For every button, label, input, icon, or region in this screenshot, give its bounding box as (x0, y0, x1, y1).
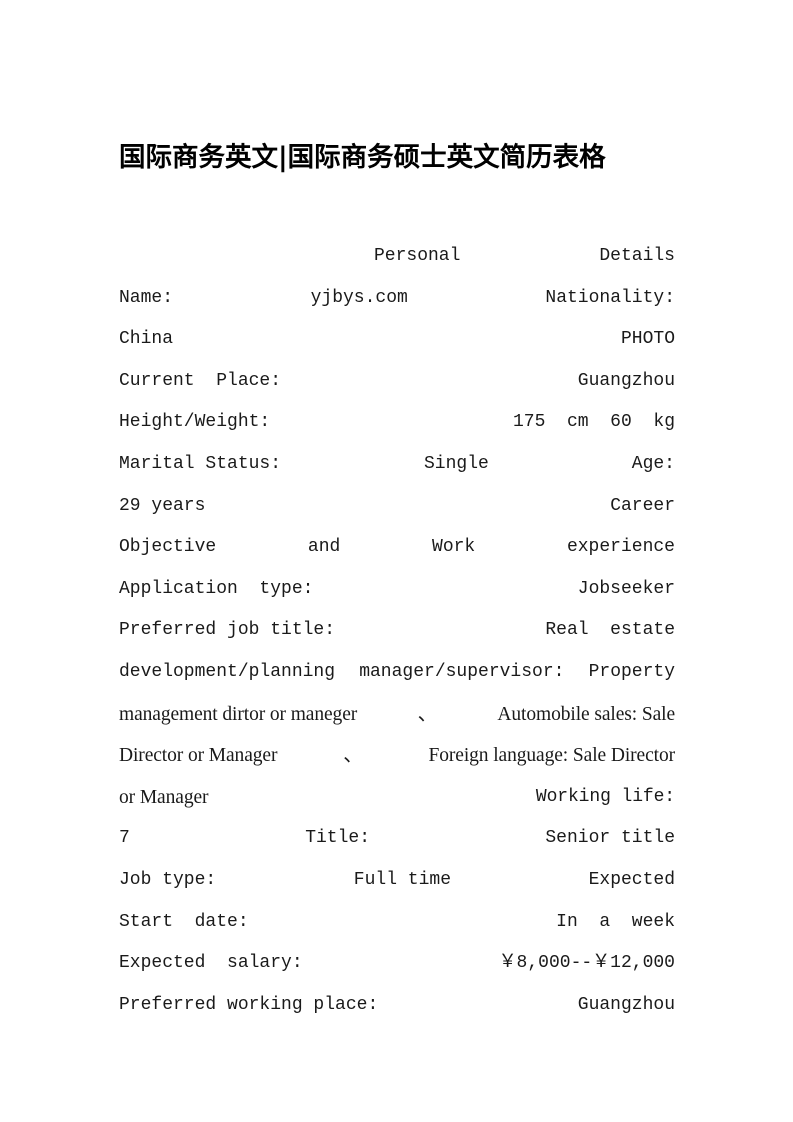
name-value: yjbys.com (310, 287, 408, 308)
current-place-label: Current Place: (119, 370, 282, 391)
job-title-cont-1c: Property (588, 661, 676, 682)
application-type-value: Jobseeker (577, 578, 675, 599)
age-value: 29 years (119, 495, 206, 516)
work-word: Work (432, 537, 476, 558)
row-start-date: Start date: In a week (119, 902, 675, 944)
row-application-type: Application type: Jobseeker (119, 569, 675, 611)
preferred-job-title-value-part1: Real estate (545, 620, 675, 641)
nationality-label: Nationality: (545, 287, 676, 308)
preferred-working-place-value: Guangzhou (577, 994, 675, 1015)
job-type-value: Full time (353, 869, 452, 890)
start-date-label: Start date: (119, 911, 249, 932)
ideographic-comma-1: 、 (417, 703, 438, 725)
preferred-job-title-label: Preferred job title: (119, 620, 336, 641)
working-life-value: 7 (119, 828, 130, 849)
row-job-title-cont-1: development/planning manager/supervisor:… (119, 652, 675, 694)
row-country-photo: China PHOTO (119, 319, 675, 361)
nationality-value: China (119, 329, 174, 350)
page-title: 国际商务英文|国际商务硕士英文简历表格 (119, 141, 606, 173)
row-age-value-career: 29 years Career (119, 486, 675, 528)
working-life-label: Working life: (535, 786, 675, 807)
section-heading-personal-details: Personal Details (119, 236, 675, 278)
row-marital-status-age: Marital Status: Single Age: (119, 444, 675, 486)
resume-body: Personal Details Name: yjbys.com Nationa… (119, 236, 675, 1026)
career-word: Career (610, 495, 675, 516)
row-preferred-working-place: Preferred working place: Guangzhou (119, 985, 675, 1027)
name-label: Name: (119, 287, 174, 308)
document-page: 国际商务英文|国际商务硕士英文简历表格 Personal Details Nam… (0, 0, 793, 1122)
expected-word: Expected (588, 869, 676, 890)
experience-word: experience (566, 537, 675, 558)
job-type-label: Job type: (119, 869, 217, 890)
title-value: Senior title (545, 828, 675, 849)
row-job-title-cont-2: management dirtor or maneger 、 Automobil… (119, 694, 675, 736)
job-title-cont-3a: Director or Manager (119, 745, 278, 767)
job-title-cont-1a: development/planning (119, 661, 336, 682)
start-date-value: In a week (556, 911, 675, 932)
job-title-cont-4a: or Manager (119, 786, 209, 808)
row-working-life-value-title: 7 Title: Senior title (119, 818, 675, 860)
row-job-title-cont-4-working-life: or Manager Working life: (119, 777, 675, 819)
objective-word: Objective (119, 537, 217, 558)
job-title-cont-2a: management dirtor or maneger (119, 703, 358, 725)
preferred-working-place-label: Preferred working place: (119, 994, 379, 1015)
application-type-label: Application type: (119, 578, 314, 599)
height-weight-value: 175 cm 60 kg (512, 412, 675, 433)
label-details: Details (599, 246, 675, 266)
row-current-place: Current Place: Guangzhou (119, 361, 675, 403)
row-expected-salary: Expected salary: ￥8,000--￥12,000 (119, 943, 675, 985)
current-place-value: Guangzhou (577, 370, 675, 391)
row-job-title-cont-3: Director or Manager 、 Foreign language: … (119, 735, 675, 777)
section-heading-career-objective: Objective and Work experience (119, 527, 675, 569)
row-job-type-expected: Job type: Full time Expected (119, 860, 675, 902)
label-personal: Personal (374, 246, 461, 266)
expected-salary-label: Expected salary: (119, 953, 303, 974)
job-title-cont-3b: Foreign language: Sale Director (428, 745, 676, 767)
title-label: Title: (305, 828, 370, 849)
row-preferred-job-title: Preferred job title: Real estate (119, 610, 675, 652)
ideographic-comma-2: 、 (343, 745, 363, 767)
marital-status-value: Single (424, 453, 489, 474)
job-title-cont-2b: Automobile sales: Sale (497, 703, 676, 725)
age-label: Age: (631, 453, 675, 474)
expected-salary-value: ￥8,000--￥12,000 (498, 953, 675, 974)
height-weight-label: Height/Weight: (119, 412, 271, 433)
and-word: and (307, 537, 341, 558)
row-height-weight: Height/Weight: 175 cm 60 kg (119, 402, 675, 444)
job-title-cont-1b: manager/supervisor: (359, 661, 565, 682)
row-name-nationality: Name: yjbys.com Nationality: (119, 278, 675, 320)
marital-status-label: Marital Status: (119, 453, 282, 474)
photo-placeholder: PHOTO (620, 329, 675, 350)
